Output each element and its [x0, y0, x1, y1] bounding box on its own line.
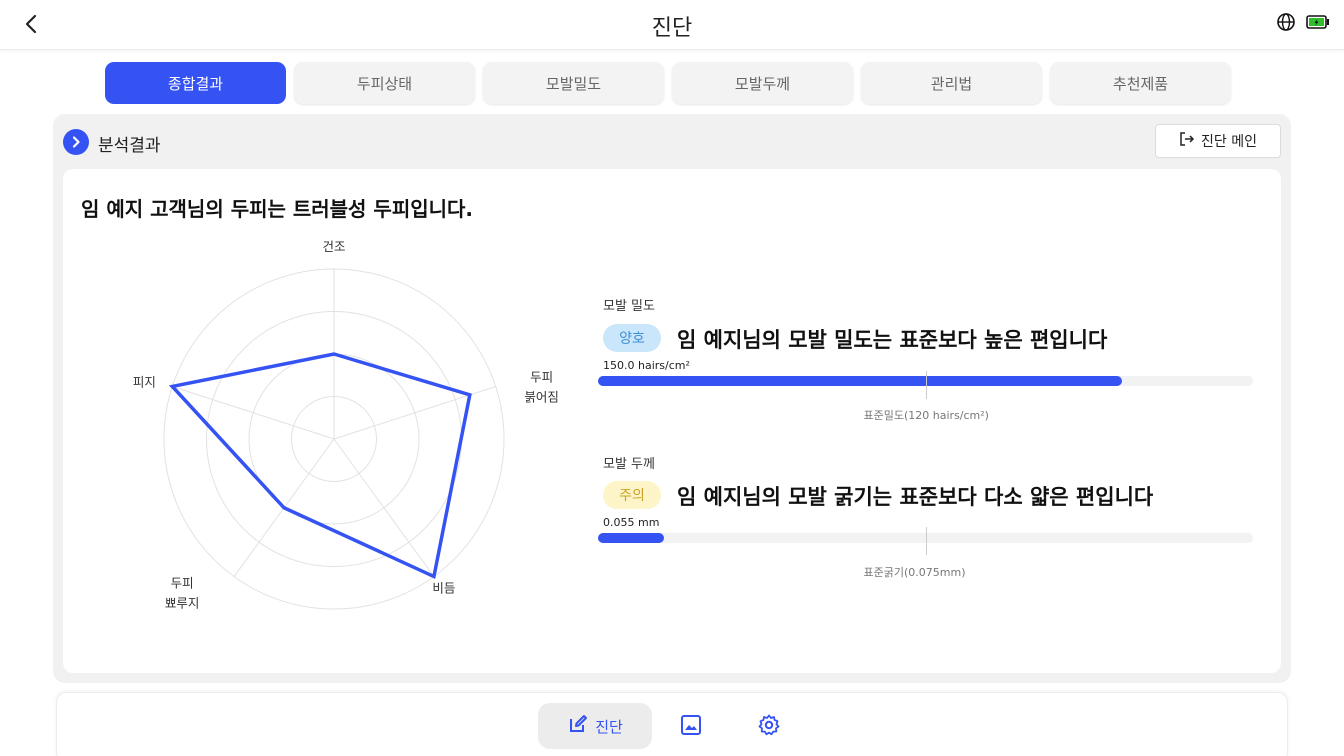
diagnosis-main-button[interactable]: 진단 메인: [1155, 124, 1281, 158]
result-headline: 임 예지 고객님의 두피는 트러블성 두피입니다.: [81, 197, 474, 221]
tab-scalp-condition[interactable]: 두피상태: [294, 62, 475, 104]
tab-overall[interactable]: 종합결과: [105, 62, 286, 104]
edit-note-icon: [567, 713, 589, 739]
chevron-right-icon: [63, 129, 89, 155]
density-summary: 임 예지님의 모발 밀도는 표준보다 높은 편입니다: [677, 328, 1108, 352]
battery-icon: [1306, 14, 1330, 34]
settings-icon[interactable]: [757, 713, 781, 737]
result-card: 임 예지 고객님의 두피는 트러블성 두피입니다. 건조두피 붉어짐비듬 두피 뾰루지…: [63, 169, 1281, 673]
density-value: 150.0 hairs/cm²: [603, 359, 690, 372]
nav-diagnosis-button[interactable]: 진단: [538, 703, 652, 749]
tab-care-method[interactable]: 관리법: [861, 62, 1042, 104]
tab-hair-thickness[interactable]: 모발두께: [672, 62, 853, 104]
thickness-summary: 임 예지님의 모발 굵기는 표준보다 다소 얇은 편입니다: [677, 485, 1154, 509]
top-bar: 진단: [0, 0, 1344, 50]
density-bar-fill: [598, 376, 1122, 386]
density-label: 모발 밀도: [603, 299, 655, 314]
thickness-bar-fill: [598, 533, 664, 543]
nav-diagnosis-label: 진단: [595, 717, 623, 736]
diagnosis-main-label: 진단 메인: [1201, 134, 1257, 150]
thickness-status-badge: 주의: [603, 481, 661, 509]
tab-hair-density[interactable]: 모발밀도: [483, 62, 664, 104]
radar-axis-label: 비듬: [432, 581, 455, 596]
page-title: 진단: [651, 16, 693, 41]
panel-title: 분석결과: [98, 136, 161, 156]
globe-icon[interactable]: [1276, 12, 1296, 36]
status-area: [1276, 12, 1330, 36]
exit-icon: [1179, 131, 1195, 151]
radar-axis-label: 두피 붉어짐: [524, 369, 559, 404]
thickness-standard-text: 표준굵기(0.075mm): [863, 566, 966, 579]
tab-bar: 종합결과 두피상태 모발밀도 모발두께 관리법 추천제품: [105, 62, 1231, 104]
bottom-navigation: 진단: [56, 692, 1288, 756]
tab-recommended-products[interactable]: 추천제품: [1050, 62, 1231, 104]
thickness-label: 모발 두께: [603, 457, 655, 472]
radar-axis-label: 두피 뾰루지: [165, 576, 200, 611]
radar-chart: 건조두피 붉어짐비듬 두피 뾰루지 피지: [133, 239, 559, 611]
radar-axis-label: 피지: [133, 374, 156, 389]
density-standard-marker: [925, 371, 927, 399]
thickness-value: 0.055 mm: [603, 516, 660, 529]
thickness-standard-marker: [925, 527, 927, 555]
density-status-badge: 양호: [603, 324, 661, 352]
density-standard-text: 표준밀도(120 hairs/cm²): [863, 409, 989, 422]
analysis-panel: 분석결과 진단 메인 임 예지 고객님의 두피는 트러블성 두피입니다. 건조두…: [53, 114, 1291, 683]
image-icon[interactable]: [679, 713, 703, 737]
radar-axis-label: 건조: [322, 239, 345, 254]
